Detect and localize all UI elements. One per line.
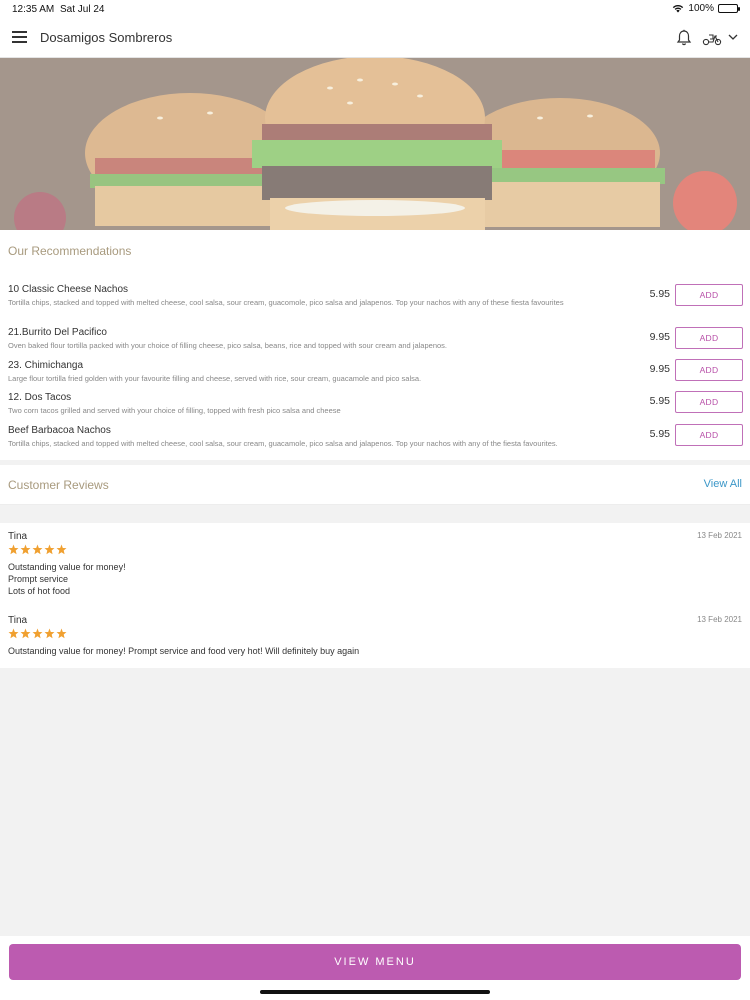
review-text: Outstanding value for money! Prompt serv… bbox=[8, 561, 126, 597]
item-name: 10 Classic Cheese Nachos bbox=[8, 284, 129, 295]
star-icon bbox=[8, 628, 19, 639]
review-date: 13 Feb 2021 bbox=[697, 615, 742, 624]
status-bar: 12:35 AM Sat Jul 24 100% bbox=[0, 0, 750, 18]
hero-image bbox=[0, 58, 750, 230]
scooter-icon[interactable] bbox=[702, 30, 722, 46]
item-price: 5.95 bbox=[649, 428, 670, 440]
review-line: Lots of hot food bbox=[8, 586, 71, 596]
star-rating bbox=[8, 628, 67, 639]
chevron-down-icon[interactable] bbox=[727, 32, 739, 42]
star-icon bbox=[44, 544, 55, 555]
review-line: Prompt service bbox=[8, 574, 69, 584]
add-button[interactable]: ADD bbox=[675, 359, 743, 381]
star-icon bbox=[56, 628, 67, 639]
star-icon bbox=[32, 628, 43, 639]
reviewer-name: Tina bbox=[8, 531, 28, 542]
add-button[interactable]: ADD bbox=[675, 391, 743, 413]
view-all-link[interactable]: View All bbox=[704, 478, 742, 490]
review-line: Outstanding value for money! bbox=[8, 562, 126, 572]
item-price: 5.95 bbox=[649, 288, 670, 300]
top-navbar: Dosamigos Sombreros bbox=[0, 18, 750, 58]
battery-icon bbox=[718, 4, 740, 13]
star-icon bbox=[44, 628, 55, 639]
item-name: 23. Chimichanga bbox=[8, 360, 84, 371]
star-icon bbox=[20, 628, 31, 639]
recommendations-title: Our Recommendations bbox=[8, 244, 132, 258]
view-menu-button[interactable]: VIEW MENU bbox=[9, 944, 741, 980]
status-right: 100% bbox=[672, 3, 740, 14]
add-button[interactable]: ADD bbox=[675, 284, 743, 306]
star-icon bbox=[20, 544, 31, 555]
review-text: Outstanding value for money! Prompt serv… bbox=[8, 645, 359, 657]
add-button[interactable]: ADD bbox=[675, 327, 743, 349]
item-description: Large flour tortilla fried golden with y… bbox=[8, 374, 422, 383]
item-price: 5.95 bbox=[649, 395, 670, 407]
review-date: 13 Feb 2021 bbox=[697, 531, 742, 540]
item-description: Tortilla chips, stacked and topped with … bbox=[8, 298, 564, 307]
item-description: Tortilla chips, stacked and topped with … bbox=[8, 439, 558, 448]
item-name: Beef Barbacoa Nachos bbox=[8, 425, 111, 436]
star-rating bbox=[8, 544, 67, 555]
item-name: 12. Dos Tacos bbox=[8, 392, 72, 403]
item-price: 9.95 bbox=[649, 331, 670, 343]
menu-icon[interactable] bbox=[12, 31, 27, 43]
bell-icon[interactable] bbox=[676, 29, 692, 47]
item-description: Oven baked flour tortilla packed with yo… bbox=[8, 341, 447, 350]
add-button[interactable]: ADD bbox=[675, 424, 743, 446]
star-icon bbox=[56, 544, 67, 555]
status-time: 12:35 AM bbox=[12, 4, 55, 15]
reviewer-name: Tina bbox=[8, 615, 28, 626]
wifi-icon bbox=[673, 4, 684, 13]
reviews-header: Customer Reviews View All bbox=[0, 465, 750, 505]
item-description: Two corn tacos grilled and served with y… bbox=[8, 406, 341, 415]
recommendations-section: Our Recommendations 10 Classic Cheese Na… bbox=[0, 230, 750, 460]
battery-percentage: 100% bbox=[688, 3, 714, 14]
star-icon bbox=[8, 544, 19, 555]
item-name: 21.Burrito Del Pacifico bbox=[8, 327, 107, 338]
review-line: Outstanding value for money! Prompt serv… bbox=[8, 646, 360, 656]
reviews-title: Customer Reviews bbox=[8, 478, 109, 492]
star-icon bbox=[32, 544, 43, 555]
home-indicator bbox=[260, 990, 490, 994]
item-price: 9.95 bbox=[649, 363, 670, 375]
restaurant-title: Dosamigos Sombreros bbox=[40, 30, 173, 45]
status-date: Sat Jul 24 bbox=[60, 4, 105, 15]
reviews-list: Tina 13 Feb 2021 Outstanding value for m… bbox=[0, 523, 750, 668]
